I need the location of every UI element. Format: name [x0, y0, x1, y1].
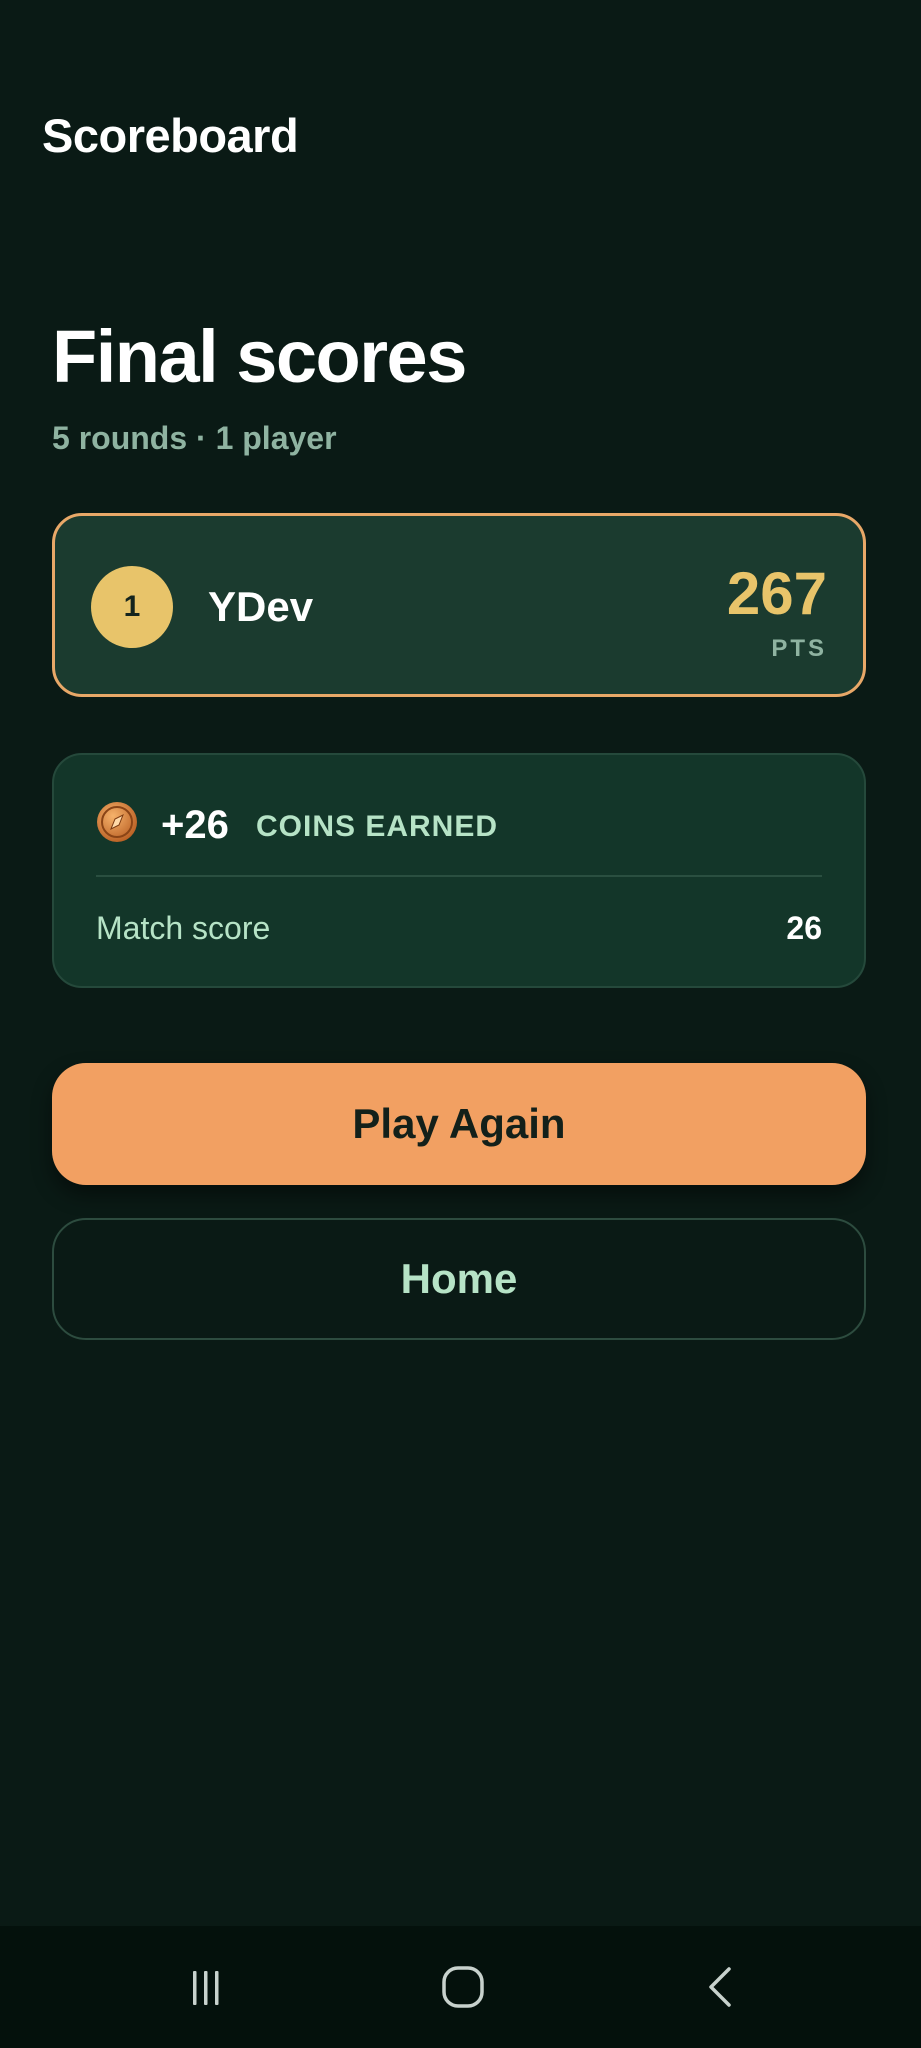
divider	[96, 875, 822, 877]
recents-icon[interactable]	[173, 1954, 239, 2020]
coins-label: COINS EARNED	[256, 810, 499, 843]
play-again-button[interactable]: Play Again	[52, 1063, 866, 1185]
coins-amount: +26	[161, 803, 229, 847]
home-icon[interactable]	[430, 1954, 496, 2020]
coin-icon	[97, 802, 137, 842]
match-score-label: Match score	[96, 910, 271, 946]
player-row: 1 YDev 267 PTS	[52, 513, 866, 697]
app-title: Scoreboard	[42, 109, 299, 162]
home-button[interactable]: Home	[52, 1218, 866, 1340]
score-unit: PTS	[771, 635, 827, 662]
page-title: Final scores	[52, 315, 467, 398]
back-icon[interactable]	[688, 1954, 754, 2020]
player-name: YDev	[208, 583, 314, 630]
match-summary: 5 rounds · 1 player	[52, 420, 337, 456]
match-score-value: 26	[786, 910, 822, 946]
coins-card: +26 COINS EARNED Match score 26	[52, 753, 866, 988]
system-navigation-bar	[0, 1926, 921, 2048]
player-score: 267	[726, 560, 827, 627]
rank-badge: 1	[91, 566, 173, 648]
